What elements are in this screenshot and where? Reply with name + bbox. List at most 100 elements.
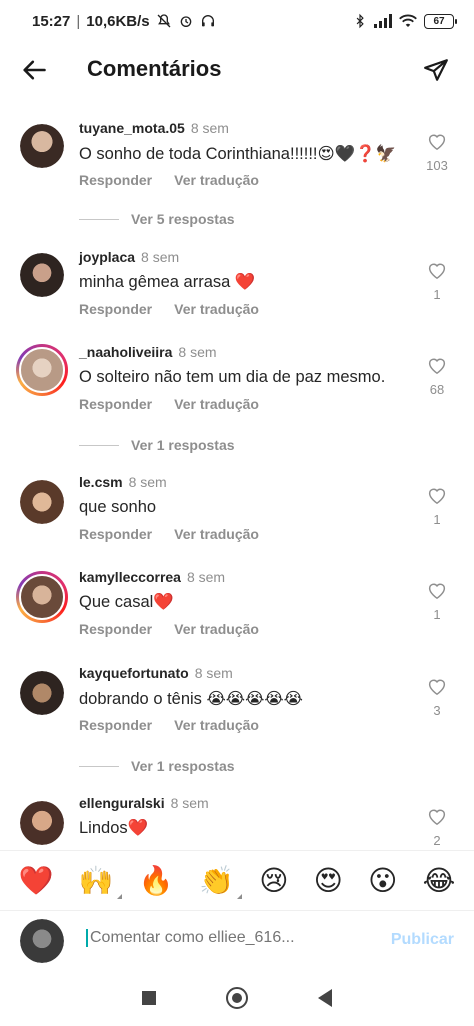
emoji-crying-button[interactable]: 😢 xyxy=(259,866,288,895)
like-control[interactable]: 1 xyxy=(422,486,452,527)
comment-username[interactable]: kayquefortunato xyxy=(79,665,189,681)
reply-button[interactable]: Responder xyxy=(79,621,152,637)
comment-username[interactable]: _naaholiveiira xyxy=(79,344,172,360)
comment-item: _naaholiveiira 8 sem O solteiro não tem u… xyxy=(0,336,474,436)
translate-button[interactable]: Ver tradução xyxy=(174,526,259,542)
comment-item: tuyane_mota.05 8 sem O sonho de toda Cori… xyxy=(0,112,474,212)
like-count: 3 xyxy=(433,703,441,718)
recent-apps-button[interactable] xyxy=(142,991,156,1005)
heart-icon[interactable] xyxy=(427,486,447,504)
heart-icon[interactable] xyxy=(427,677,447,695)
share-button[interactable] xyxy=(420,54,452,86)
comment-time: 8 sem xyxy=(178,344,217,360)
view-replies-label[interactable]: Ver 1 respostas xyxy=(131,758,235,774)
comment-time: 8 sem xyxy=(170,795,209,811)
emoji-heart-eyes-button[interactable]: 😍 xyxy=(314,866,343,895)
emoji-heart-button[interactable]: ❤️ xyxy=(19,866,54,895)
comment-text: Lindos❤️ xyxy=(79,819,149,837)
reply-button[interactable]: Responder xyxy=(79,396,152,412)
like-count: 1 xyxy=(433,512,441,527)
mute-icon xyxy=(157,14,171,28)
avatar[interactable] xyxy=(20,671,64,715)
comment-text: que sonho xyxy=(79,498,157,516)
view-replies-label[interactable]: Ver 5 respostas xyxy=(131,211,235,227)
comment-meta: le.csm 8 sem xyxy=(79,474,167,490)
wifi-icon xyxy=(399,14,417,27)
like-control[interactable]: 103 xyxy=(422,132,452,173)
emoji-laughing-button[interactable]: 😂 xyxy=(423,866,456,895)
comment-actions: Responder Ver tradução xyxy=(79,621,259,637)
translate-button[interactable]: Ver tradução xyxy=(174,396,259,412)
avatar[interactable] xyxy=(16,344,68,396)
comment-text: minha gêmea arrasa ❤️ xyxy=(79,273,256,291)
translate-button[interactable]: Ver tradução xyxy=(174,172,259,188)
bluetooth-icon xyxy=(356,13,364,29)
status-time: 15:27 xyxy=(32,12,71,30)
signal-icon xyxy=(374,14,392,28)
comment-meta: _naaholiveiira 8 sem xyxy=(79,344,217,360)
comment-time: 8 sem xyxy=(141,249,180,265)
reply-button[interactable]: Responder xyxy=(79,301,152,317)
view-replies[interactable]: Ver 1 respostas xyxy=(79,437,235,453)
emoji-surprised-button[interactable]: 😮 xyxy=(368,866,397,895)
emoji-raised-hands-button[interactable]: 🙌 xyxy=(78,863,122,899)
comment-time: 8 sem xyxy=(128,474,167,490)
like-control[interactable]: 68 xyxy=(422,356,452,397)
comment-username[interactable]: tuyane_mota.05 xyxy=(79,120,185,136)
avatar[interactable] xyxy=(20,253,64,297)
status-bar: 15:27 | 10,6KB/s 67 xyxy=(0,0,474,42)
comment-meta: tuyane_mota.05 8 sem xyxy=(79,120,229,136)
avatar[interactable] xyxy=(16,571,68,623)
comment-username[interactable]: joyplaca xyxy=(79,249,135,265)
translate-button[interactable]: Ver tradução xyxy=(174,301,259,317)
comment-meta: ellenguralski 8 sem xyxy=(79,795,209,811)
home-button[interactable] xyxy=(226,987,248,1009)
emoji-fire-button[interactable]: 🔥 xyxy=(139,866,174,895)
view-replies[interactable]: Ver 5 respostas xyxy=(79,211,235,227)
comment-item: kamylleccorrea 8 sem Que casal❤️ Responde… xyxy=(0,561,474,651)
heart-icon[interactable] xyxy=(427,581,447,599)
view-replies-label[interactable]: Ver 1 respostas xyxy=(131,437,235,453)
heart-icon[interactable] xyxy=(427,356,447,374)
publish-button[interactable]: Publicar xyxy=(391,931,454,949)
battery-icon: 67 xyxy=(424,13,457,29)
reply-button[interactable]: Responder xyxy=(79,526,152,542)
comment-username[interactable]: ellenguralski xyxy=(79,795,165,811)
like-count: 1 xyxy=(433,607,441,622)
comment-actions: Responder Ver tradução xyxy=(79,301,259,317)
comment-time: 8 sem xyxy=(190,120,229,136)
translate-button[interactable]: Ver tradução xyxy=(174,717,259,733)
system-nav-bar xyxy=(0,970,474,1026)
paper-plane-icon xyxy=(424,59,448,81)
like-control[interactable]: 1 xyxy=(422,581,452,622)
avatar[interactable] xyxy=(20,480,64,524)
heart-icon[interactable] xyxy=(427,807,447,825)
emoji-clapping-button[interactable]: 👏 xyxy=(199,863,242,899)
view-replies[interactable]: Ver 1 respostas xyxy=(79,758,235,774)
heart-icon[interactable] xyxy=(427,261,447,279)
comment-item: le.csm 8 sem que sonho Responder Ver tradu… xyxy=(0,466,474,556)
translate-button[interactable]: Ver tradução xyxy=(174,621,259,637)
like-count: 1 xyxy=(433,287,441,302)
like-control[interactable]: 3 xyxy=(422,677,452,718)
comment-time: 8 sem xyxy=(186,569,226,585)
back-button[interactable] xyxy=(18,54,50,86)
like-control[interactable]: 2 xyxy=(422,807,452,848)
replies-line xyxy=(79,444,119,446)
replies-line xyxy=(79,218,119,220)
emoji-clapping-glyph: 👏 xyxy=(199,863,234,897)
emoji-raised-hands-glyph: 🙌 xyxy=(78,863,114,897)
comment-item: kayquefortunato 8 sem dobrando o tênis 😭😭… xyxy=(0,657,474,757)
status-left: 15:27 | 10,6KB/s xyxy=(32,13,216,30)
system-back-button[interactable] xyxy=(318,989,332,1007)
reply-button[interactable]: Responder xyxy=(79,172,152,188)
comment-username[interactable]: le.csm xyxy=(79,474,123,490)
like-control[interactable]: 1 xyxy=(422,261,452,302)
avatar[interactable] xyxy=(20,801,64,845)
comment-meta: joyplaca 8 sem xyxy=(79,249,179,265)
comment-username[interactable]: kamylleccorrea xyxy=(79,569,181,585)
avatar[interactable] xyxy=(20,124,64,168)
heart-icon[interactable] xyxy=(427,132,447,150)
reply-button[interactable]: Responder xyxy=(79,717,152,733)
comment-input[interactable] xyxy=(86,929,386,947)
